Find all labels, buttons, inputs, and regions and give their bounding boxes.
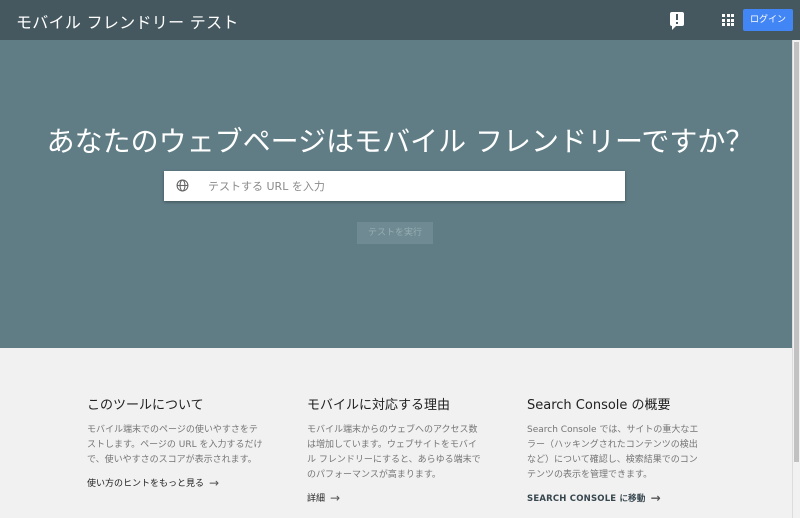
url-input-box[interactable] xyxy=(164,171,625,201)
search-console-column: Search Console の概要 Search Console では、サイト… xyxy=(527,394,705,505)
scrollbar[interactable] xyxy=(792,40,800,518)
info-section: このツールについて モバイル端末でのページの使いやすさをテストします。ページの … xyxy=(0,348,800,518)
arrow-right-icon: → xyxy=(650,491,661,505)
hero-heading: あなたのウェブページはモバイル フレンドリーですか？ xyxy=(46,125,754,158)
run-test-button[interactable]: テストを実行 xyxy=(357,222,433,244)
why-mobile-column: モバイルに対応する理由 モバイル端末からのウェブへのアクセス数は増加しています。… xyxy=(307,394,485,505)
top-app-bar: モバイル フレンドリー テスト ログイン xyxy=(0,0,800,40)
globe-icon xyxy=(176,179,189,192)
more-tips-link[interactable]: 使い方のヒントをもっと見る → xyxy=(87,476,265,490)
column-body: モバイル端末からのウェブへのアクセス数は増加しています。ウェブサイトをモバイル … xyxy=(307,425,481,480)
column-body: モバイル端末でのページの使いやすさをテストします。ページの URL を入力するだ… xyxy=(87,425,263,465)
app-title: モバイル フレンドリー テスト xyxy=(16,13,239,32)
arrow-right-icon: → xyxy=(330,491,341,505)
apps-grid-icon[interactable] xyxy=(722,14,734,26)
column-title: Search Console の概要 xyxy=(527,398,671,413)
arrow-right-icon: → xyxy=(209,476,220,490)
details-link[interactable]: 詳細 → xyxy=(307,491,485,505)
about-tool-column: このツールについて モバイル端末でのページの使いやすさをテストします。ページの … xyxy=(87,394,265,490)
column-body: Search Console では、サイトの重大なエラー（ハッキングされたコンテ… xyxy=(527,425,699,480)
search-console-link[interactable]: SEARCH CONSOLE に移動 → xyxy=(527,491,705,505)
hero-section: あなたのウェブページはモバイル フレンドリーですか？ テストを実行 xyxy=(0,40,800,348)
scrollbar-thumb[interactable] xyxy=(794,42,799,462)
column-title: モバイルに対応する理由 xyxy=(307,398,451,413)
url-input[interactable] xyxy=(208,171,608,201)
column-title: このツールについて xyxy=(87,398,204,413)
login-button[interactable]: ログイン xyxy=(743,9,793,31)
feedback-icon[interactable] xyxy=(670,12,684,30)
